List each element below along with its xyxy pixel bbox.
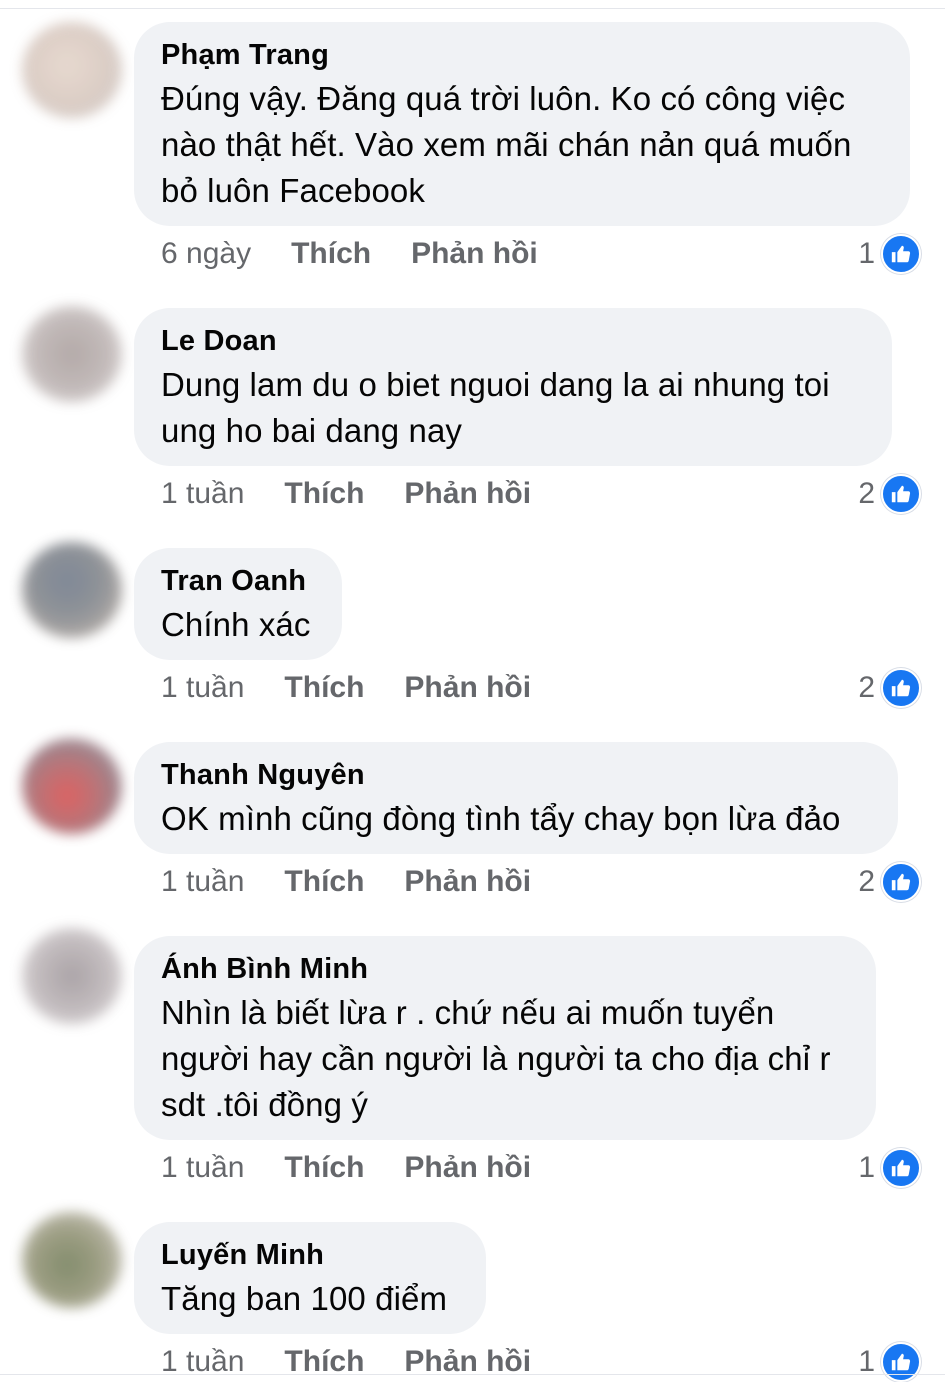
- like-button[interactable]: Thích: [284, 1151, 364, 1185]
- comment-bubble: Ánh Bình Minh Nhìn là biết lừa r . chứ n…: [134, 936, 876, 1140]
- thumbs-up-icon: [881, 668, 921, 708]
- avatar[interactable]: [22, 928, 122, 1024]
- comment-author[interactable]: Ánh Bình Minh: [161, 952, 848, 986]
- thumbs-up-icon: [881, 234, 921, 274]
- comment-timestamp[interactable]: 1 tuần: [161, 477, 244, 511]
- reply-button[interactable]: Phản hồi: [404, 477, 531, 511]
- comment-text: Đúng vậy. Đăng quá trời luôn. Ko có công…: [161, 80, 852, 209]
- comment-timestamp[interactable]: 1 tuần: [161, 671, 244, 705]
- comment-author[interactable]: Thanh Nguyên: [161, 758, 870, 792]
- like-button[interactable]: Thích: [284, 865, 364, 899]
- reaction-summary[interactable]: 2: [858, 474, 921, 514]
- comment-actions: 1 tuần Thích Phản hồi: [161, 1342, 531, 1382]
- thumbs-up-icon: [881, 1148, 921, 1188]
- comment-actions: 1 tuần Thích Phản hồi: [161, 668, 531, 708]
- comment-text: Dung lam du o biet nguoi dang la ai nhun…: [161, 366, 830, 449]
- reaction-count: 1: [858, 1151, 875, 1184]
- avatar[interactable]: [22, 542, 122, 638]
- reaction-count: 2: [858, 477, 875, 510]
- reaction-count: 2: [858, 671, 875, 704]
- comment-bubble: Phạm Trang Đúng vậy. Đăng quá trời luôn.…: [134, 22, 910, 226]
- comment-author[interactable]: Le Doan: [161, 324, 864, 358]
- comment-actions: 1 tuần Thích Phản hồi: [161, 862, 531, 902]
- bottom-divider: [0, 1374, 945, 1375]
- like-button[interactable]: Thích: [284, 477, 364, 511]
- thumbs-up-icon: [881, 862, 921, 902]
- comment-text: OK mình cũng đòng tình tẩy chay bọn lừa …: [161, 800, 841, 837]
- avatar[interactable]: [22, 1212, 122, 1308]
- top-divider: [0, 8, 945, 9]
- avatar[interactable]: [22, 22, 122, 118]
- avatar[interactable]: [22, 306, 122, 402]
- comment-actions: 1 tuần Thích Phản hồi: [161, 474, 531, 514]
- comment-actions: 1 tuần Thích Phản hồi: [161, 1148, 531, 1188]
- reply-button[interactable]: Phản hồi: [404, 865, 531, 899]
- like-button[interactable]: Thích: [284, 671, 364, 705]
- comment-timestamp[interactable]: 1 tuần: [161, 1151, 244, 1185]
- comment-author[interactable]: Tran Oanh: [161, 564, 314, 598]
- thumbs-up-icon: [881, 1342, 921, 1382]
- reaction-summary[interactable]: 1: [858, 234, 921, 274]
- reaction-summary[interactable]: 1: [858, 1148, 921, 1188]
- comment-bubble: Le Doan Dung lam du o biet nguoi dang la…: [134, 308, 892, 466]
- reply-button[interactable]: Phản hồi: [404, 1151, 531, 1185]
- comment-bubble: Tran Oanh Chính xác: [134, 548, 342, 660]
- comment-author[interactable]: Luyến Minh: [161, 1238, 458, 1272]
- comment-bubble: Thanh Nguyên OK mình cũng đòng tình tẩy …: [134, 742, 898, 854]
- reaction-summary[interactable]: 1: [858, 1342, 921, 1382]
- reaction-summary[interactable]: 2: [858, 862, 921, 902]
- reaction-summary[interactable]: 2: [858, 668, 921, 708]
- comment-text: Tăng ban 100 điểm: [161, 1280, 448, 1317]
- comment-text: Nhìn là biết lừa r . chứ nếu ai muốn tuy…: [161, 994, 831, 1123]
- thumbs-up-icon: [881, 474, 921, 514]
- reply-button[interactable]: Phản hồi: [411, 237, 538, 271]
- avatar[interactable]: [22, 738, 122, 834]
- comment-bubble: Luyến Minh Tăng ban 100 điểm: [134, 1222, 486, 1334]
- reaction-count: 2: [858, 865, 875, 898]
- comment-author[interactable]: Phạm Trang: [161, 38, 882, 72]
- reaction-count: 1: [858, 237, 875, 270]
- comment-timestamp[interactable]: 6 ngày: [161, 237, 251, 271]
- comment-actions: 6 ngày Thích Phản hồi: [161, 234, 538, 274]
- like-button[interactable]: Thích: [291, 237, 371, 271]
- comment-timestamp[interactable]: 1 tuần: [161, 865, 244, 899]
- reply-button[interactable]: Phản hồi: [404, 671, 531, 705]
- comment-text: Chính xác: [161, 606, 311, 643]
